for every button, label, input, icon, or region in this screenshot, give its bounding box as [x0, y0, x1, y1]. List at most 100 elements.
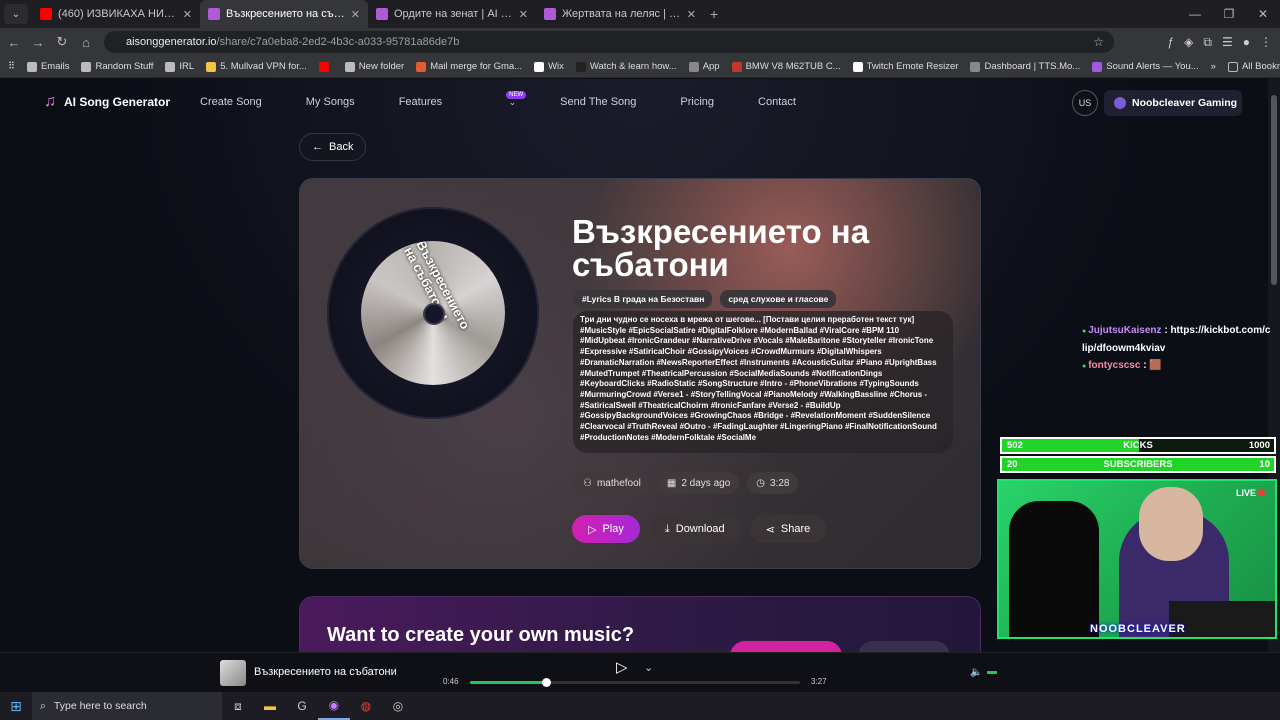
- song-meta: ⚇ mathefool ▦ 2 days ago ◷ 3:28: [574, 472, 799, 494]
- obs-icon[interactable]: ◎: [382, 699, 414, 713]
- bookmark-item[interactable]: 5. Mullvad VPN for...: [200, 61, 313, 72]
- url-host: aisonggenerator.io: [126, 36, 217, 48]
- task-view-icon[interactable]: ⧈: [222, 699, 254, 714]
- vinyl-disc: Възкресението на събатони: [327, 207, 539, 419]
- seek-handle[interactable]: [541, 678, 551, 687]
- taskbar-search[interactable]: ⌕ Type here to search: [32, 692, 222, 720]
- chat-message: ● JujutsuKaisenz : https://kickbot.com/c…: [1082, 322, 1272, 357]
- author-chip: ⚇ mathefool: [574, 472, 650, 494]
- back-button[interactable]: ← Back: [299, 133, 366, 161]
- bookmark-label: 5. Mullvad VPN for...: [220, 61, 307, 72]
- song-tag[interactable]: сред слухове и гласове: [720, 290, 837, 308]
- chat-message: ● fontycscsc : 🟫: [1082, 357, 1272, 375]
- windows-start-icon[interactable]: ⊞: [0, 698, 32, 715]
- browser-tab[interactable]: Ордите на зенат | AI Song Gen ✕: [368, 0, 536, 28]
- chat-separator: :: [1140, 360, 1150, 371]
- extension-fx-icon[interactable]: ƒ: [1167, 35, 1174, 49]
- file-explorer-icon[interactable]: ▬: [254, 699, 286, 713]
- bookmarks-overflow-icon[interactable]: »: [1205, 61, 1222, 72]
- promo-heading: Want to create your own music?: [327, 624, 635, 646]
- song-tag[interactable]: #Lyrics В града на Безоставн: [574, 290, 713, 308]
- bookmark-item[interactable]: Random Stuff: [75, 61, 159, 72]
- bookmark-item[interactable]: Sound Alerts — You...: [1086, 61, 1204, 72]
- close-window-icon[interactable]: ✕: [1246, 0, 1280, 28]
- disc-center-hole: [423, 303, 445, 325]
- tab-search-button[interactable]: ⌄: [4, 4, 28, 24]
- bookmark-item[interactable]: IRL: [159, 61, 200, 72]
- window-controls: — ❐ ✕: [1178, 0, 1280, 28]
- all-bookmarks-label: All Bookmarks: [1241, 61, 1280, 72]
- bookmark-item[interactable]: Emails: [21, 61, 76, 72]
- profile-avatar[interactable]: ●: [1243, 35, 1250, 49]
- bookmark-item[interactable]: [313, 61, 339, 72]
- bookmark-favicon-icon: [970, 61, 981, 72]
- bookmark-item[interactable]: Mail merge for Gma...: [410, 61, 528, 72]
- nav-link-label: Create Song: [200, 96, 262, 108]
- back-nav-icon[interactable]: ←: [2, 35, 26, 50]
- bookmark-favicon-icon: [165, 61, 176, 72]
- bookmark-item[interactable]: New folder: [339, 61, 410, 72]
- tab-close-icon[interactable]: ✕: [519, 8, 528, 21]
- share-icon: ⋖: [765, 523, 775, 536]
- nav-link[interactable]: Pricing: [680, 96, 736, 108]
- language-switch[interactable]: US: [1072, 90, 1098, 116]
- bookmark-item[interactable]: Dashboard | TTS.Mo...: [964, 61, 1086, 72]
- reading-list-icon[interactable]: ☰: [1222, 35, 1233, 49]
- bookmark-favicon-icon: [1092, 61, 1103, 72]
- browser-tab[interactable]: Възкресението на събатони | ✕: [200, 0, 368, 28]
- share-button[interactable]: ⋖ Share: [749, 515, 827, 543]
- scrollbar-thumb[interactable]: [1271, 95, 1277, 285]
- tab-close-icon[interactable]: ✕: [183, 8, 192, 21]
- bookmark-label: Watch & learn how...: [589, 61, 677, 72]
- player-seek-bar[interactable]: [470, 678, 800, 687]
- nav-link[interactable]: FeaturesNEW ⌄: [399, 91, 538, 108]
- player-expand-chevron-icon[interactable]: ⌄: [644, 661, 653, 674]
- logo-text: AI Song Generator: [64, 95, 171, 109]
- promo-primary-button[interactable]: [730, 641, 842, 652]
- promo-secondary-button[interactable]: [858, 641, 950, 652]
- nav-link[interactable]: Contact: [758, 96, 818, 108]
- apps-grid-icon[interactable]: ⠿: [0, 61, 21, 72]
- bookmark-favicon-icon: [206, 61, 217, 72]
- play-button[interactable]: ▷ Play: [572, 515, 640, 543]
- all-bookmarks-link[interactable]: All Bookmarks: [1222, 61, 1280, 72]
- bookmark-item[interactable]: App: [683, 61, 726, 72]
- tab-close-icon[interactable]: ✕: [687, 8, 696, 21]
- home-icon[interactable]: ⌂: [74, 35, 98, 50]
- forward-nav-icon[interactable]: →: [26, 35, 50, 50]
- volume-slider[interactable]: [987, 671, 997, 674]
- site-logo[interactable]: ♫ AI Song Generator: [44, 93, 170, 111]
- bookmark-item[interactable]: Wix: [528, 61, 570, 72]
- app-icon-active[interactable]: ◉: [318, 692, 350, 720]
- browser-tab[interactable]: (460) ИЗВИКАХА НИ ПОЛИЦИ ✕: [32, 0, 200, 28]
- bookmark-label: New folder: [358, 61, 405, 72]
- minimize-icon[interactable]: —: [1178, 0, 1212, 28]
- song-duration: 3:28: [770, 477, 790, 489]
- url-bar[interactable]: aisonggenerator.io/share/c7a0eba8-2ed2-4…: [104, 31, 1114, 53]
- tab-close-icon[interactable]: ✕: [351, 8, 360, 21]
- app-icon-g[interactable]: G: [286, 699, 318, 713]
- puzzle-icon[interactable]: ⧉: [1203, 35, 1212, 50]
- new-tab-button[interactable]: +: [710, 6, 718, 22]
- bookmark-star-icon[interactable]: ☆: [1093, 35, 1104, 49]
- kicks-goal-bar: 502 KICKS 1000: [1000, 437, 1276, 454]
- user-menu[interactable]: Noobcleaver Gaming: [1104, 90, 1242, 116]
- bookmark-item[interactable]: Watch & learn how...: [570, 61, 683, 72]
- nav-link[interactable]: Send The Song: [560, 96, 658, 108]
- reload-icon[interactable]: ↻: [50, 34, 74, 50]
- nav-link[interactable]: My Songs: [306, 96, 377, 108]
- browser-tab[interactable]: Жертвата на леляс | AI Song G ✕: [536, 0, 704, 28]
- nav-link[interactable]: Create Song: [200, 96, 284, 108]
- tab-favicon-icon: [208, 8, 220, 20]
- volume-icon[interactable]: 🔈: [970, 667, 982, 678]
- download-button[interactable]: ⤓ Download: [648, 515, 741, 543]
- chrome-icon[interactable]: ◍: [350, 699, 382, 713]
- bookmark-item[interactable]: Twitch Emote Resizer: [847, 61, 965, 72]
- maximize-icon[interactable]: ❐: [1212, 0, 1246, 28]
- bookmark-item[interactable]: BMW V8 M62TUB C...: [726, 61, 847, 72]
- arrow-left-icon: ←: [312, 141, 323, 153]
- bookmark-favicon-icon: [534, 61, 545, 72]
- extension-icon[interactable]: ◈: [1184, 35, 1193, 49]
- player-play-icon[interactable]: ▷: [616, 658, 628, 676]
- kebab-menu-icon[interactable]: ⋮: [1260, 35, 1272, 49]
